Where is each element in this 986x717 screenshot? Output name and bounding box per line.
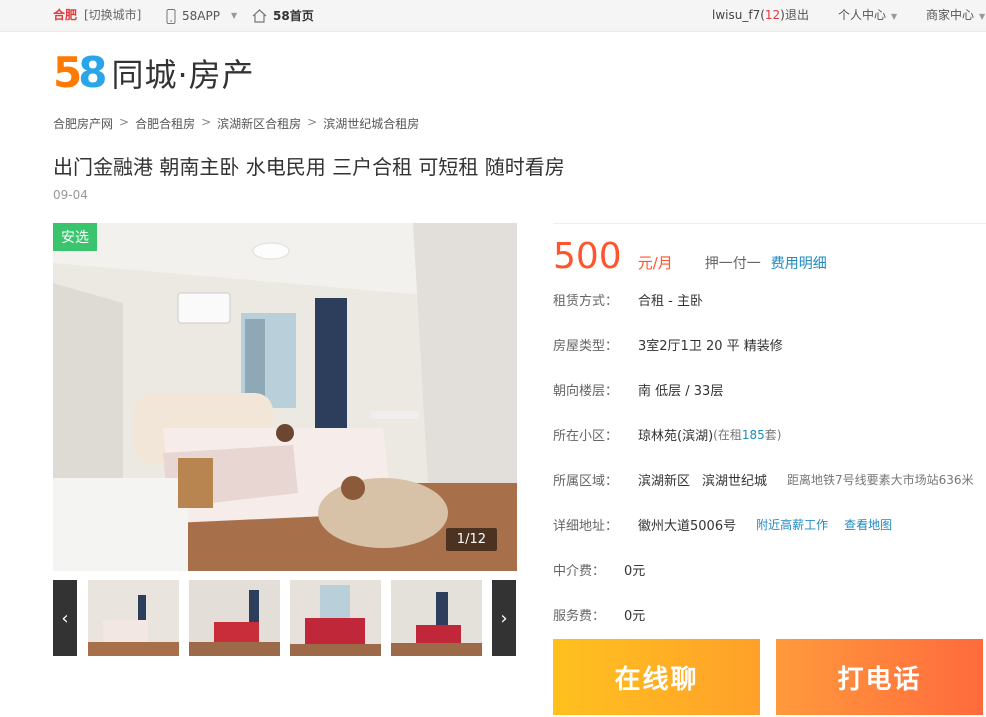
thumbnail[interactable] (391, 580, 482, 656)
breadcrumb-item[interactable]: 滨湖世纪城合租房 (323, 115, 419, 132)
community-rent-count[interactable]: 185 (742, 428, 765, 442)
community-count-suffix: 套) (764, 428, 782, 442)
thumbnail[interactable] (189, 580, 280, 656)
address-row: 详细地址： 徽州大道5006号 附近高薪工作 查看地图 (553, 515, 892, 534)
username: lwisu_f7 (712, 8, 761, 22)
breadcrumb-item[interactable]: 合肥合租房 (135, 115, 195, 132)
orientation-value: 南 低层 / 33层 (638, 384, 724, 399)
anxuan-badge: 安选 (53, 223, 97, 251)
payment-method: 押一付一 (704, 256, 761, 272)
orientation-row: 朝向楼层： 南 低层 / 33层 (553, 380, 723, 399)
thumbnail-strip: ‹ › (53, 580, 517, 656)
merchant-center-menu[interactable]: 商家中心 ▼ (926, 0, 985, 32)
community-count-prefix: (在租 (713, 428, 742, 442)
district-link[interactable]: 滨湖新区 (638, 470, 690, 489)
community-label: 所在小区： (553, 429, 619, 444)
thumbnail[interactable] (290, 580, 381, 656)
thumbnail-image (189, 580, 280, 656)
breadcrumb-item[interactable]: 滨湖新区合租房 (217, 115, 301, 132)
switch-city-link[interactable]: [切换城市] (84, 0, 141, 32)
breadcrumb-item[interactable]: 合肥房产网 (53, 115, 113, 132)
app-download-link[interactable]: 58APP ▼ (166, 0, 237, 32)
thumbnail-image (290, 580, 381, 656)
community-link[interactable]: 琼林苑(滨湖) (638, 425, 713, 444)
info-divider (553, 223, 986, 224)
agent-fee-label: 中介费： (553, 564, 606, 579)
call-button[interactable]: 打电话 (776, 639, 983, 715)
logo-text: 同城·房产 (111, 56, 255, 94)
price-amount: 500 (553, 236, 622, 277)
current-city: 合肥 (53, 8, 78, 22)
agent-fee-row: 中介费： 0元 (553, 560, 645, 579)
fee-details-link[interactable]: 费用明细 (771, 253, 827, 273)
breadcrumb-separator: > (119, 115, 130, 129)
app-label: 58APP (182, 9, 220, 23)
chevron-down-icon: ▼ (891, 12, 898, 21)
area-label: 所属区域： (553, 474, 619, 489)
top-bar: 合肥 [切换城市] 58APP ▼ 58首页 lwisu_f7(12) 退出 个人… (0, 0, 986, 32)
thumbnail-image (391, 580, 482, 656)
logout-link[interactable]: 退出 (785, 0, 809, 32)
home-icon (252, 9, 267, 23)
community-row: 所在小区： 琼林苑(滨湖) (在租 185 套) (553, 425, 782, 445)
address-value: 徽州大道5006号 (638, 519, 737, 534)
nearby-jobs-link[interactable]: 附近高薪工作 (756, 516, 828, 533)
breadcrumb-separator: > (307, 115, 318, 129)
user-account[interactable]: lwisu_f7(12) (712, 0, 785, 32)
online-chat-button[interactable]: 在线聊 (553, 639, 760, 715)
home-link[interactable]: 58首页 (252, 0, 314, 32)
address-label: 详细地址： (553, 519, 619, 534)
message-count: 12 (764, 8, 781, 22)
area-row: 所属区域： 滨湖新区 滨湖世纪城 距离地铁7号线要素大市场站636米 (553, 470, 974, 489)
chevron-down-icon: ▼ (979, 12, 986, 21)
breadcrumb: 合肥房产网 > 合肥合租房 > 滨湖新区合租房 > 滨湖世纪城合租房 (53, 115, 419, 132)
thumbnail-image (88, 580, 179, 656)
sub-district-link[interactable]: 滨湖世纪城 (702, 470, 767, 489)
view-map-link[interactable]: 查看地图 (844, 516, 892, 533)
photo-counter: 1/12 (445, 528, 497, 551)
house-type-row: 房屋类型： 3室2厅1卫 20 平 精装修 (553, 335, 783, 354)
orientation-label: 朝向楼层： (553, 384, 619, 399)
listing-date: 09-04 (53, 188, 88, 202)
merchant-center-label: 商家中心 (926, 8, 975, 22)
breadcrumb-separator: > (201, 115, 212, 129)
personal-center-menu[interactable]: 个人中心 ▼ (838, 0, 897, 32)
service-fee-label: 服务费： (553, 609, 606, 624)
service-fee-row: 服务费： 0元 (553, 605, 645, 624)
listing-title: 出门金融港 朝南主卧 水电民用 三户合租 可短租 随时看房 (53, 155, 565, 179)
phone-icon (166, 8, 176, 24)
logo-58-mark: 58 (53, 48, 108, 97)
room-photo (53, 223, 517, 571)
rent-type-label: 租赁方式： (553, 294, 619, 309)
service-fee-value: 0元 (624, 609, 646, 624)
main-photo[interactable]: 安选 1/12 (53, 223, 517, 571)
thumbnail[interactable] (88, 580, 179, 656)
house-type-label: 房屋类型： (553, 339, 619, 354)
price-unit: 元/月 (637, 254, 673, 272)
next-photo-button[interactable]: › (492, 580, 516, 656)
subway-distance: 距离地铁7号线要素大市场站636米 (787, 473, 974, 487)
prev-photo-button[interactable]: ‹ (53, 580, 77, 656)
rent-type-row: 租赁方式： 合租 - 主卧 (553, 290, 703, 309)
agent-fee-value: 0元 (624, 564, 646, 579)
home-label: 58首页 (273, 9, 314, 23)
rent-type-value: 合租 - 主卧 (638, 294, 703, 309)
chevron-down-icon: ▼ (230, 11, 238, 20)
house-type-value: 3室2厅1卫 20 平 精装修 (638, 339, 783, 354)
site-logo[interactable]: 58 同城·房产 (53, 48, 255, 97)
price-block: 500 元/月 押一付一 费用明细 (553, 236, 827, 277)
personal-center-label: 个人中心 (838, 8, 887, 22)
